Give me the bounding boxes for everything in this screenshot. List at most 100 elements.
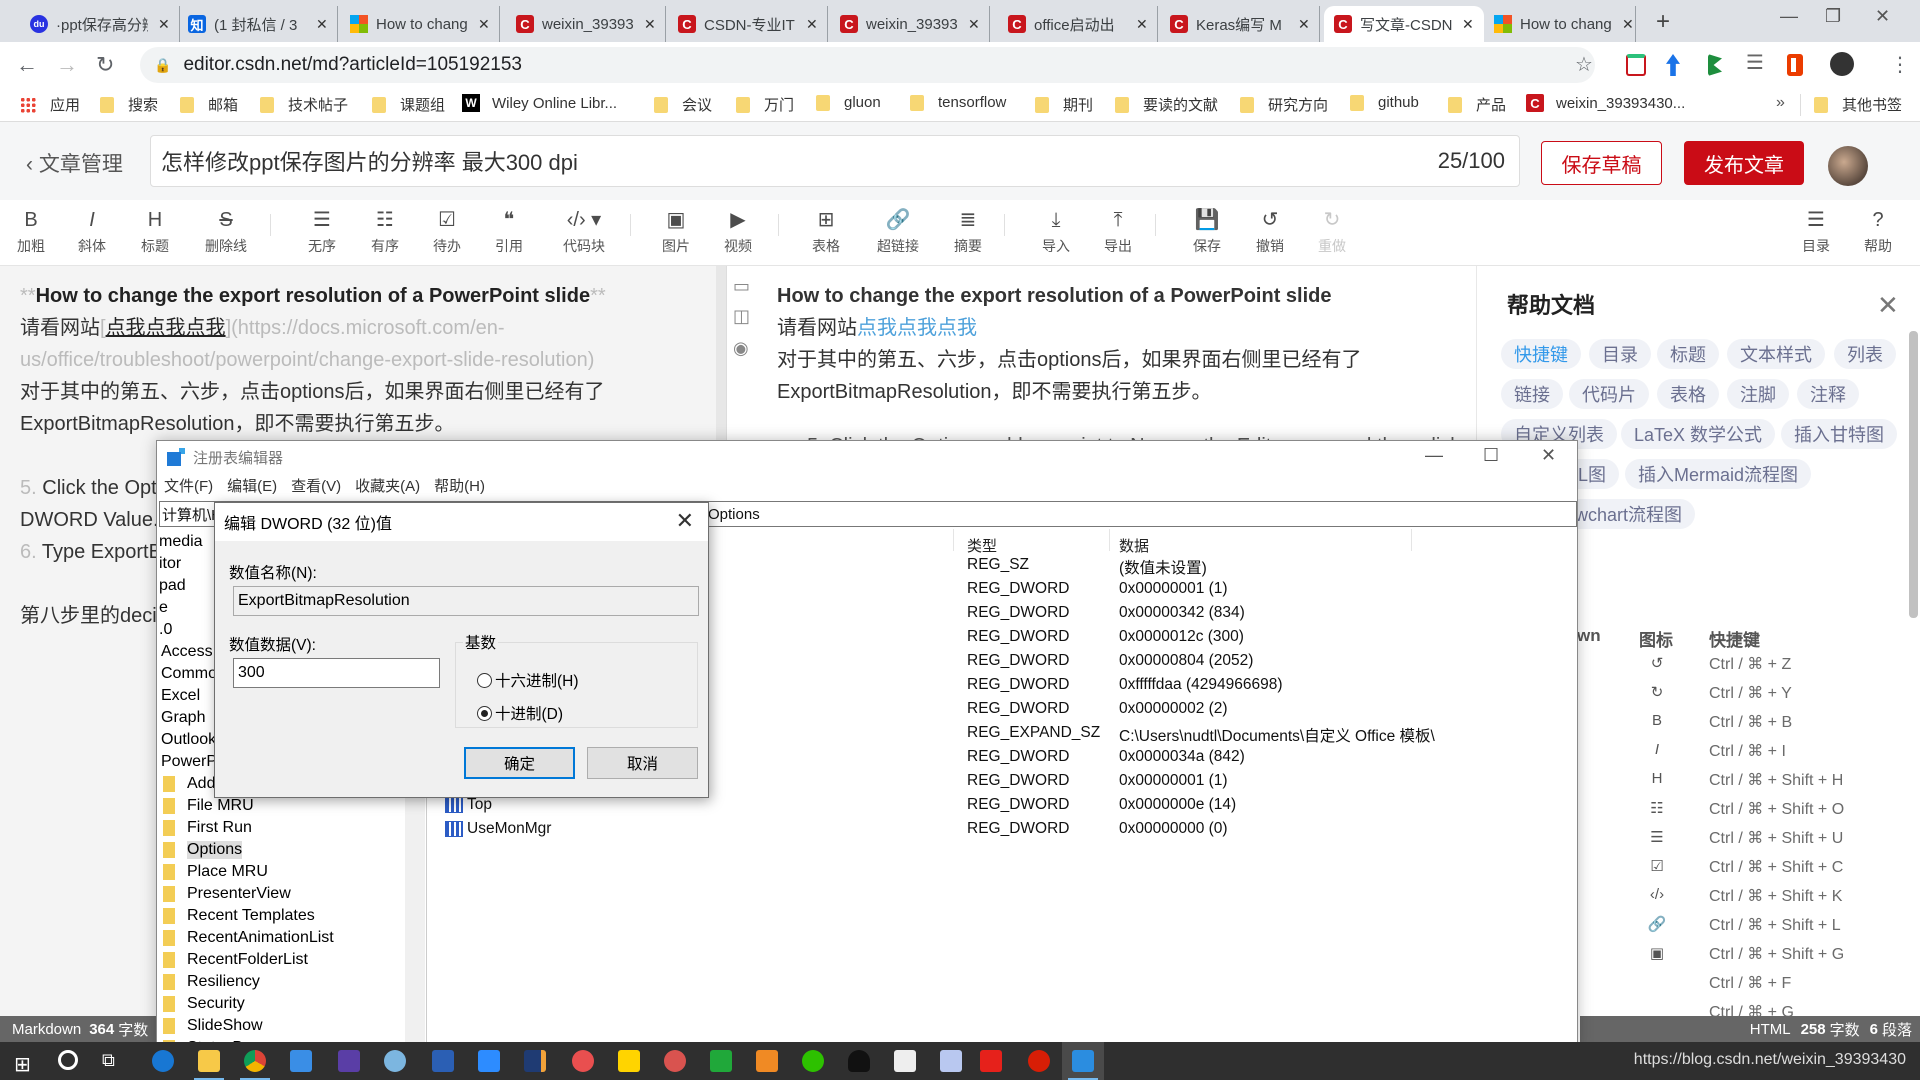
browser-tab[interactable]: Coffice启动出 ✕ bbox=[998, 6, 1158, 42]
bookmark-item[interactable]: 要读的文献 bbox=[1115, 94, 1218, 115]
qq-icon[interactable] bbox=[848, 1050, 870, 1072]
tree-node[interactable]: Graph bbox=[161, 707, 205, 729]
heading-button[interactable]: H 标题 bbox=[129, 206, 181, 256]
bookmark-item[interactable]: gluon bbox=[816, 94, 881, 111]
forward-arrow-icon[interactable]: → bbox=[56, 52, 78, 78]
minimize-button[interactable]: — bbox=[1425, 445, 1443, 466]
netease-music-icon[interactable] bbox=[1028, 1050, 1050, 1072]
tree-node[interactable]: Access bbox=[161, 641, 213, 663]
cortana-search-icon[interactable] bbox=[58, 1050, 78, 1070]
help-chip[interactable]: 列表 bbox=[1834, 339, 1896, 369]
back-to-article-management[interactable]: ‹ 文章管理 bbox=[26, 148, 123, 178]
value-data-input[interactable]: 300 bbox=[233, 658, 440, 688]
tree-node[interactable]: RecentAnimationList bbox=[163, 927, 334, 949]
video-button[interactable]: ▶ 视频 bbox=[712, 206, 764, 256]
bookmark-item[interactable]: tensorflow bbox=[910, 94, 1006, 111]
file-explorer-icon[interactable] bbox=[198, 1050, 220, 1072]
remote-desktop-icon[interactable] bbox=[290, 1050, 312, 1072]
col-header-data[interactable]: 数据 bbox=[1119, 535, 1149, 556]
tab-close-icon[interactable]: ✕ bbox=[1622, 16, 1634, 33]
tab-close-icon[interactable]: ✕ bbox=[1136, 16, 1148, 33]
help-chip[interactable]: 表格 bbox=[1657, 379, 1719, 409]
tree-node[interactable]: itor bbox=[159, 553, 181, 575]
registry-value-row[interactable]: UseMonMgr REG_DWORD 0x00000000 (0) bbox=[441, 820, 1571, 844]
help-button[interactable]: ? 帮助 bbox=[1852, 206, 1904, 256]
tree-node[interactable]: Security bbox=[163, 993, 245, 1015]
back-arrow-icon[interactable]: ← bbox=[16, 52, 38, 78]
minimize-button[interactable]: — bbox=[1780, 6, 1798, 27]
bookmark-item[interactable]: 会议 bbox=[654, 94, 712, 115]
tree-node[interactable]: PowerP bbox=[161, 751, 217, 773]
tree-node[interactable]: pad bbox=[159, 575, 186, 597]
ordered-list-button[interactable]: ☷ 有序 bbox=[359, 206, 411, 256]
undo-button[interactable]: ↺ 撤销 bbox=[1244, 206, 1296, 256]
bookmark-item[interactable]: 技术帖子 bbox=[260, 94, 348, 115]
camera-icon[interactable] bbox=[894, 1050, 916, 1072]
menu-kebab-icon[interactable]: ⋮ bbox=[1890, 52, 1910, 77]
en-dictionary-icon[interactable] bbox=[338, 1050, 360, 1072]
ok-button[interactable]: 确定 bbox=[464, 747, 575, 779]
col-header-type[interactable]: 类型 bbox=[967, 535, 997, 556]
extension-icon[interactable] bbox=[1626, 54, 1646, 76]
bookmark-item[interactable]: 邮箱 bbox=[180, 94, 238, 115]
menu-item[interactable]: 文件(F) bbox=[157, 475, 220, 499]
summary-button[interactable]: ≣ 摘要 bbox=[942, 206, 994, 256]
help-chip[interactable]: 注脚 bbox=[1727, 379, 1789, 409]
menu-item[interactable]: 收藏夹(A) bbox=[348, 475, 427, 499]
office-icon[interactable] bbox=[1787, 54, 1803, 76]
tab-close-icon[interactable]: ✕ bbox=[478, 16, 490, 33]
todo-list-button[interactable]: ☑ 待办 bbox=[421, 206, 473, 256]
close-window-button[interactable]: ✕ bbox=[1875, 6, 1890, 27]
browser-tab[interactable]: du ·ppt保存高分辨率 ✕ bbox=[20, 6, 180, 42]
extension-icon[interactable] bbox=[1666, 54, 1680, 76]
user-avatar[interactable] bbox=[1828, 146, 1868, 186]
browser-tab[interactable]: C CSDN-专业IT ✕ bbox=[668, 6, 828, 42]
tree-node[interactable]: .0 bbox=[159, 619, 172, 641]
tab-close-icon[interactable]: ✕ bbox=[158, 16, 170, 33]
radio-circle-selected[interactable] bbox=[477, 705, 492, 721]
app-icon[interactable] bbox=[940, 1050, 962, 1072]
tree-node[interactable]: SlideShow bbox=[163, 1015, 263, 1037]
sublime-icon[interactable] bbox=[524, 1050, 546, 1072]
browser-tab[interactable]: C Keras编写 M ✕ bbox=[1160, 6, 1320, 42]
url-input[interactable]: 🔒 editor.csdn.net/md?articleId=105192153 bbox=[140, 47, 1595, 83]
registry-value-row[interactable]: Top REG_DWORD 0x0000000e (14) bbox=[441, 796, 1571, 820]
app-icon[interactable] bbox=[756, 1050, 778, 1072]
bookmark-star-icon[interactable]: ☆ bbox=[1575, 52, 1593, 77]
xmind-icon[interactable] bbox=[710, 1050, 732, 1072]
chrome-icon[interactable] bbox=[244, 1050, 266, 1072]
preview-eye-icon[interactable]: ◉ bbox=[733, 338, 749, 359]
browser-tab[interactable]: How to change ✕ bbox=[1484, 6, 1636, 42]
tab-close-icon[interactable]: ✕ bbox=[316, 16, 328, 33]
radio-decimal[interactable]: 十进制(D) bbox=[477, 702, 563, 724]
app-icon[interactable] bbox=[664, 1050, 686, 1072]
reload-icon[interactable]: ↻ bbox=[96, 52, 114, 78]
export-button[interactable]: ⤒ 导出 bbox=[1092, 206, 1144, 256]
preview-link[interactable]: 点我点我点我 bbox=[857, 317, 977, 339]
redo-button[interactable]: ↻ 重做 bbox=[1306, 206, 1358, 256]
task-view-icon[interactable]: ⧉ bbox=[102, 1050, 115, 1071]
tree-node[interactable]: File MRU bbox=[163, 795, 254, 817]
tree-node[interactable]: Options bbox=[163, 839, 243, 861]
tree-node[interactable]: First Run bbox=[163, 817, 252, 839]
bookmark-item[interactable]: 产品 bbox=[1448, 94, 1506, 115]
help-chip[interactable]: 标题 bbox=[1657, 339, 1719, 369]
paint-icon[interactable] bbox=[384, 1050, 406, 1072]
tree-node[interactable]: Excel bbox=[161, 685, 200, 707]
image-button[interactable]: ▣ 图片 bbox=[650, 206, 702, 256]
tree-node[interactable]: AddI bbox=[163, 773, 220, 795]
cancel-button[interactable]: 取消 bbox=[587, 747, 698, 779]
tab-close-icon[interactable]: ✕ bbox=[1462, 16, 1474, 33]
help-chip[interactable]: 链接 bbox=[1501, 379, 1563, 409]
code-block-button[interactable]: ‹/› ▾ 代码块 bbox=[554, 206, 614, 256]
tree-node[interactable]: media bbox=[159, 531, 203, 553]
article-title-input[interactable]: 怎样修改ppt保存图片的分辨率 最大300 dpi 25/100 bbox=[150, 135, 1520, 187]
italic-button[interactable]: I 斜体 bbox=[66, 206, 118, 256]
import-button[interactable]: ⤓ 导入 bbox=[1030, 206, 1082, 256]
browser-tab[interactable]: 知 (1 封私信 / 3 ✕ bbox=[178, 6, 338, 42]
reading-list-icon[interactable]: ☰ bbox=[1746, 50, 1766, 74]
windows-start-icon[interactable]: ⊞ bbox=[14, 1052, 31, 1077]
bookmark-item[interactable]: W Wiley Online Libr... bbox=[462, 94, 617, 112]
quote-button[interactable]: ❝ 引用 bbox=[483, 206, 535, 256]
browser-tab[interactable]: Cweixin_39393 ✕ bbox=[830, 6, 990, 42]
